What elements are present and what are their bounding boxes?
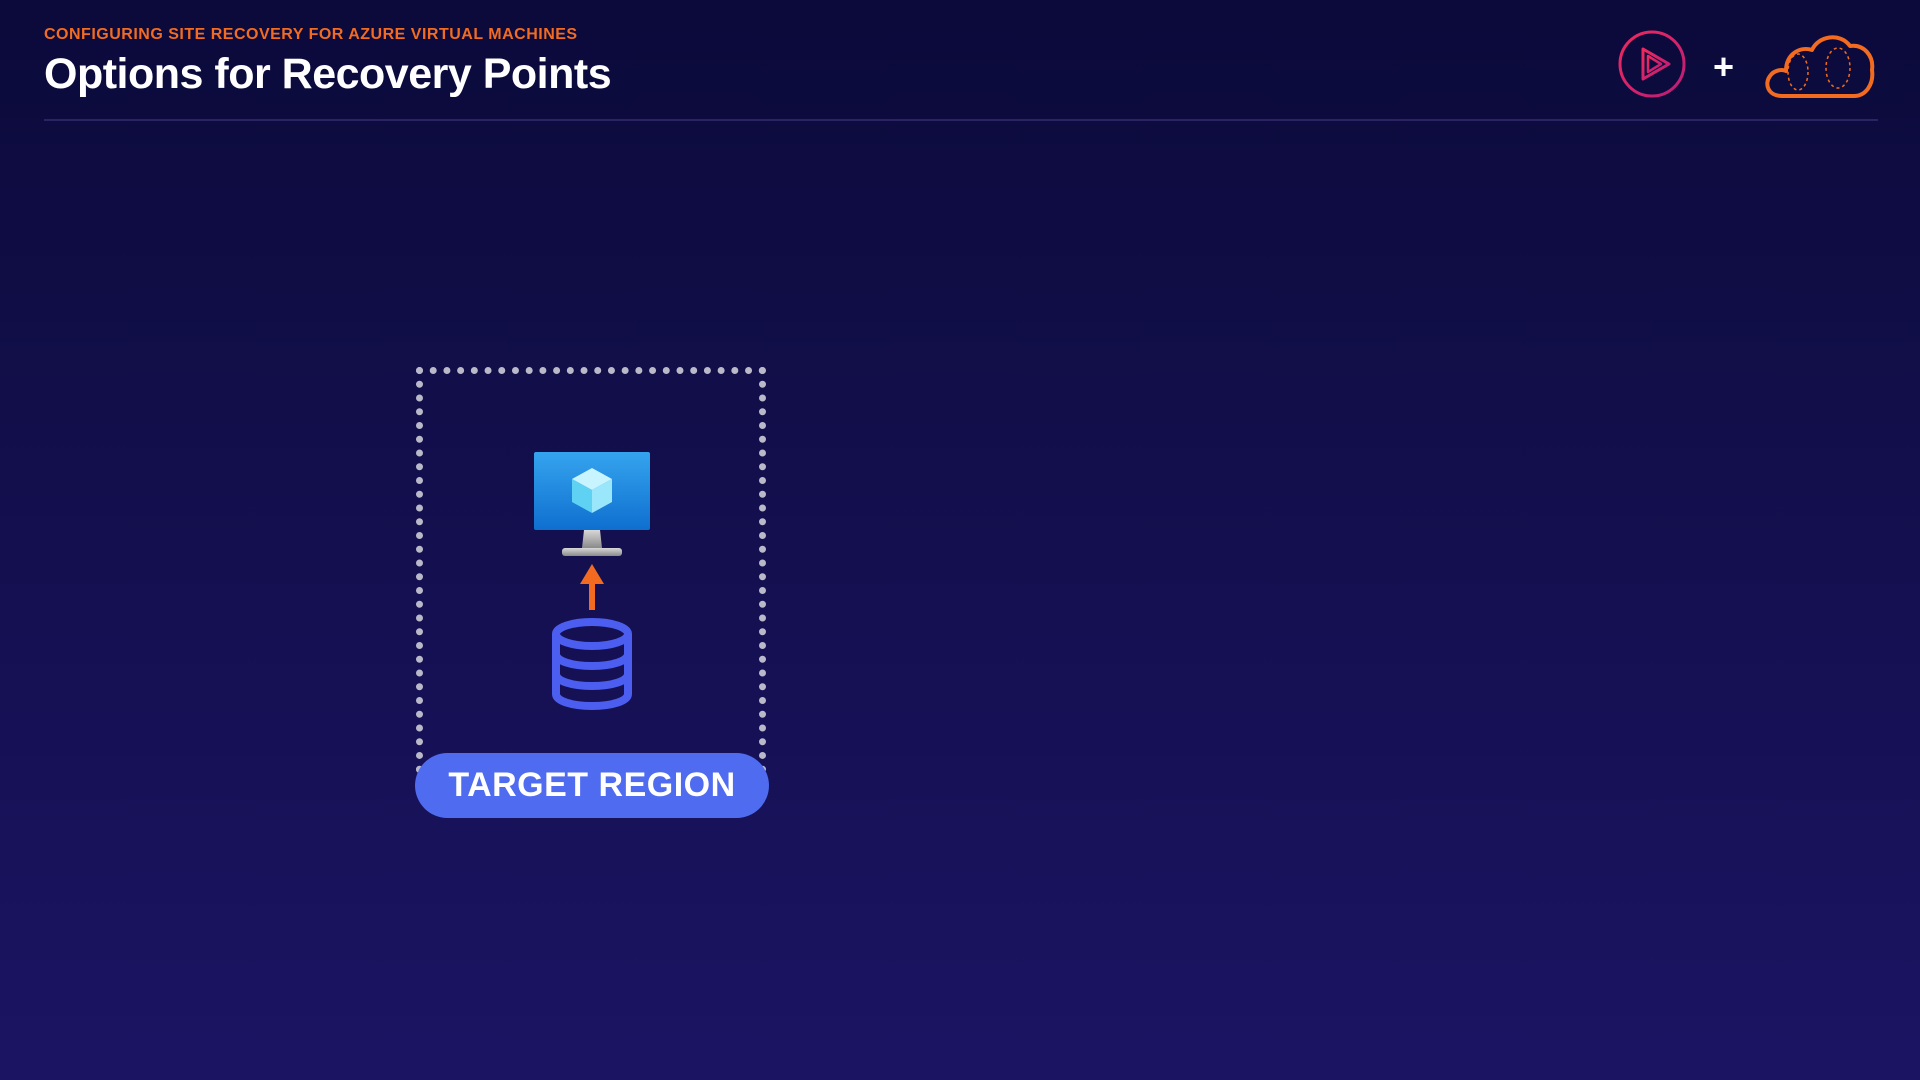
slide-header: CONFIGURING SITE RECOVERY FOR AZURE VIRT… — [44, 26, 612, 99]
slide-kicker: CONFIGURING SITE RECOVERY FOR AZURE VIRT… — [44, 26, 578, 43]
database-icon — [548, 616, 636, 717]
target-region-label: TARGET REGION — [415, 753, 769, 818]
up-arrow-icon — [577, 562, 607, 617]
play-circle-icon — [1617, 29, 1687, 104]
slide-title: Options for Recovery Points — [44, 50, 612, 98]
header-divider — [44, 119, 1878, 121]
brand-logos: + — [1617, 28, 1878, 105]
virtual-machine-icon — [534, 452, 650, 565]
cloud-icon — [1760, 28, 1878, 105]
plus-sign: + — [1712, 45, 1734, 87]
